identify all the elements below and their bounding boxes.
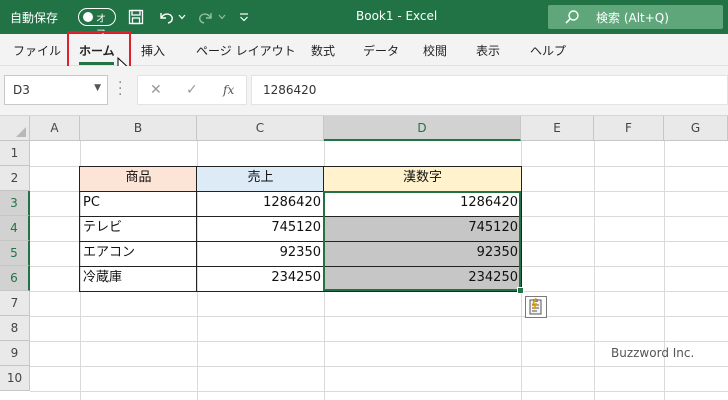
tab-page-layout[interactable]: ページ レイアウト: [196, 42, 296, 59]
formula-value: 1286420: [263, 83, 317, 97]
row-header-2[interactable]: 2: [0, 166, 30, 191]
worksheet-grid: A B C D E F G 1 2 3 4 5 6 7 8 9 10 商品 売上…: [0, 116, 728, 400]
select-all-button[interactable]: [0, 116, 30, 141]
column-header-g[interactable]: G: [664, 116, 728, 141]
redo-dropdown-icon[interactable]: [216, 7, 228, 27]
watermark-text: Buzzword Inc.: [611, 346, 695, 360]
formula-input[interactable]: 1286420: [251, 75, 728, 105]
name-box[interactable]: D3 ▼: [4, 75, 108, 105]
table-divider: [196, 166, 197, 292]
row-header-4[interactable]: 4: [0, 216, 30, 241]
formula-buttons: ✕ ✓ fx: [137, 75, 247, 105]
row-header-3[interactable]: 3: [0, 191, 30, 216]
customize-qat-icon[interactable]: [234, 7, 254, 27]
autosave-label: 自動保存: [10, 11, 59, 25]
fill-handle[interactable]: [517, 287, 524, 294]
undo-dropdown-icon[interactable]: [176, 7, 188, 27]
tab-file[interactable]: ファイル: [13, 42, 61, 59]
selection-range: [323, 191, 521, 291]
name-box-value: D3: [13, 83, 30, 97]
column-header-b[interactable]: B: [80, 116, 197, 141]
enter-icon[interactable]: ✓: [186, 82, 198, 98]
row-header-5[interactable]: 5: [0, 241, 30, 266]
tab-formulas[interactable]: 数式: [311, 42, 335, 59]
column-header-a[interactable]: A: [30, 116, 80, 141]
tab-view[interactable]: 表示: [476, 42, 500, 59]
column-header-d[interactable]: D: [324, 116, 521, 141]
row-header-10[interactable]: 10: [0, 366, 30, 391]
insert-function-icon[interactable]: fx: [223, 83, 234, 97]
row-header-7[interactable]: 7: [0, 291, 30, 316]
save-icon[interactable]: [126, 7, 146, 27]
toggle-knob: [83, 12, 93, 22]
title-bar: 自動保存 オフ Book1 - Excel 検索 (Alt+Q): [0, 0, 728, 40]
search-placeholder: 検索 (Alt+Q): [596, 11, 669, 25]
search-box[interactable]: 検索 (Alt+Q): [548, 5, 723, 29]
search-icon: [564, 9, 580, 28]
row-header-6[interactable]: 6: [0, 266, 30, 291]
formula-bar-grip-icon[interactable]: · · ·: [118, 76, 122, 102]
document-title: Book1 - Excel: [356, 9, 438, 23]
row-header-8[interactable]: 8: [0, 316, 30, 341]
tab-insert[interactable]: 挿入: [141, 42, 165, 59]
column-header-f[interactable]: F: [594, 116, 664, 141]
undo-icon[interactable]: [156, 7, 176, 27]
tab-review[interactable]: 校閲: [423, 42, 447, 59]
autosave-toggle[interactable]: オフ: [78, 8, 116, 40]
formula-bar: D3 ▼ · · · ✕ ✓ fx 1286420: [0, 66, 728, 116]
cancel-icon[interactable]: ✕: [150, 82, 162, 98]
column-header-e[interactable]: E: [521, 116, 594, 141]
tab-data[interactable]: データ: [363, 42, 399, 59]
redo-icon[interactable]: [196, 7, 216, 27]
chevron-down-icon[interactable]: ▼: [94, 83, 101, 93]
tab-help[interactable]: ヘルプ: [530, 42, 566, 59]
row-header-1[interactable]: 1: [0, 141, 30, 166]
paste-options-icon[interactable]: [525, 296, 547, 318]
column-header-c[interactable]: C: [197, 116, 324, 141]
row-header-9[interactable]: 9: [0, 341, 30, 366]
